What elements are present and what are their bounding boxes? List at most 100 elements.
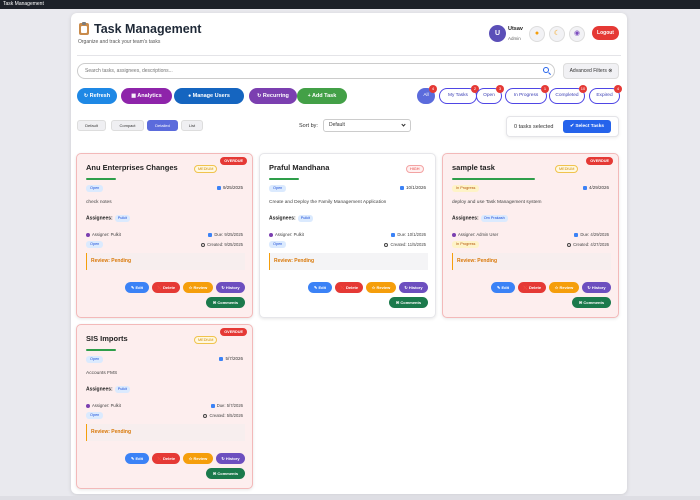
analytics-button[interactable]: ▩ Analytics [121,88,172,104]
add-task-button[interactable]: + Add Task [297,88,347,104]
filter-my-tasks[interactable]: My Tasks 2 [439,85,479,104]
assigner-text: Assigner: Pulkit [269,232,304,237]
delete-button[interactable]: ❌ Delete [518,282,546,293]
comments-button[interactable]: ✉ Comments [389,297,428,308]
review-status: Review: Pending [269,253,428,270]
filter-label: My Tasks [448,93,468,98]
edit-button[interactable]: ✎ Edit [308,282,332,293]
filter-label: Open [483,93,495,98]
due-date: 10/1/2026 [399,185,426,190]
comments-button[interactable]: ✉ Comments [206,297,245,308]
status-badge: Open [86,356,104,363]
progress-bar [86,349,116,351]
bell-icon[interactable]: ● [529,26,545,42]
created-text: Created: 5/5/2026 [203,413,243,418]
avatar[interactable]: U [489,25,506,42]
progress-bar [269,178,299,180]
manage-users-button[interactable]: ● Manage Users [174,88,244,104]
recurring-button[interactable]: ↻ Recurring [249,88,297,104]
palette-icon[interactable]: ◉ [569,26,585,42]
task-card[interactable]: OVERDUE sample task MEDIUM In Progress 4/29/… [442,153,619,318]
progress-bar [452,178,535,180]
filter-label: Expired [596,93,613,98]
logout-button[interactable]: Logout [592,26,619,40]
chevron-down-icon [401,122,406,127]
due-text: Due: 10/1/2026 [391,232,426,237]
user-icon [86,403,90,408]
view-default-button[interactable]: Default [77,120,106,131]
comments-button[interactable]: ✉ Comments [206,468,245,479]
select-tasks-button[interactable]: ✔ Select Tasks [563,120,611,133]
assignee-tag: Om Prakash [480,215,508,222]
history-button[interactable]: ↻ History [216,453,245,464]
user-name: Utsav [508,26,523,32]
filter-in-progress[interactable]: In Progress 1 [505,85,549,104]
calendar-icon [582,185,587,190]
sort-select[interactable]: Default [323,119,411,132]
comments-button[interactable]: ✉ Comments [572,297,611,308]
assignee-tag: Pulkit [297,215,313,222]
status-small: Open [269,241,287,248]
due-text: Due: 9/25/2025 [208,232,243,237]
filter-completed[interactable]: Completed 10 [549,85,587,104]
assignee-tag: Pulkit [114,215,130,222]
filter-label: All [423,93,429,98]
clock-icon [567,242,572,247]
count-badge: 4 [429,85,437,93]
overdue-badge: OVERDUE [586,157,613,165]
task-card[interactable]: OVERDUE SIS Imports MEDIUM Open 5/7/2026 Acco… [76,324,253,489]
delete-button[interactable]: ❌ Delete [152,453,180,464]
due-text: Due: 4/29/2026 [574,232,609,237]
filter-open[interactable]: Open 3 [476,85,504,104]
view-detailed-button[interactable]: Detailed [147,120,178,131]
selected-count: 0 tasks selected [514,124,554,130]
assigner-text: Assigner: Pulkit [86,232,121,237]
created-text: Created: 9/25/2025 [201,242,243,247]
search-input[interactable] [77,63,555,79]
priority-badge: HIGH [406,165,424,173]
calendar-icon [210,403,215,408]
task-description: deploy and use Task Management system [452,200,542,205]
search-icon[interactable] [543,67,549,73]
status-badge: In Progress [452,185,480,192]
filter-all[interactable]: All 4 [417,85,437,104]
count-badge: 4 [614,85,622,93]
edit-button[interactable]: ✎ Edit [125,282,149,293]
advanced-filters-button[interactable]: Advanced Filters ⊗ [563,63,619,79]
moon-icon[interactable]: ☾ [549,26,565,42]
bottom-bar [0,496,700,500]
due-text: Due: 5/7/2026 [210,403,243,408]
edit-button[interactable]: ✎ Edit [125,453,149,464]
task-title: SIS Imports [86,334,128,343]
count-badge: 1 [541,85,549,93]
created-text: Created: 11/5/2025 [384,242,426,247]
assignees-row: Assignees: Pulkit [269,215,313,222]
history-button[interactable]: ↻ History [399,282,428,293]
history-button[interactable]: ↻ History [582,282,611,293]
view-compact-button[interactable]: Compact [111,120,144,131]
review-button[interactable]: ☆ Review [366,282,396,293]
filter-expired[interactable]: Expired 4 [589,85,622,104]
edit-button[interactable]: ✎ Edit [491,282,515,293]
task-description: Create and Deploy the Family Management … [269,200,387,205]
delete-button[interactable]: ❌ Delete [335,282,363,293]
refresh-button[interactable]: ↻ Refresh [77,88,117,104]
task-title: sample task [452,163,495,172]
priority-badge: MEDIUM [194,336,218,344]
overdue-badge: OVERDUE [220,328,247,336]
task-card[interactable]: Praful Mandhana HIGH Open 10/1/2026 Create a… [259,153,436,318]
filter-label: In Progress [513,93,539,98]
review-button[interactable]: ☆ Review [549,282,579,293]
count-badge: 3 [496,85,504,93]
review-button[interactable]: ☆ Review [183,453,213,464]
history-button[interactable]: ↻ History [216,282,245,293]
assignees-row: Assignees: Om Prakash [452,215,508,222]
due-date: 9/25/2025 [216,185,243,190]
priority-badge: MEDIUM [194,165,218,173]
user-icon [269,232,273,237]
task-card[interactable]: OVERDUE Anu Enterprises Changes MEDIUM Open… [76,153,253,318]
review-button[interactable]: ☆ Review [183,282,213,293]
view-list-button[interactable]: List [181,120,203,131]
delete-button[interactable]: ❌ Delete [152,282,180,293]
status-small: Open [86,241,104,248]
